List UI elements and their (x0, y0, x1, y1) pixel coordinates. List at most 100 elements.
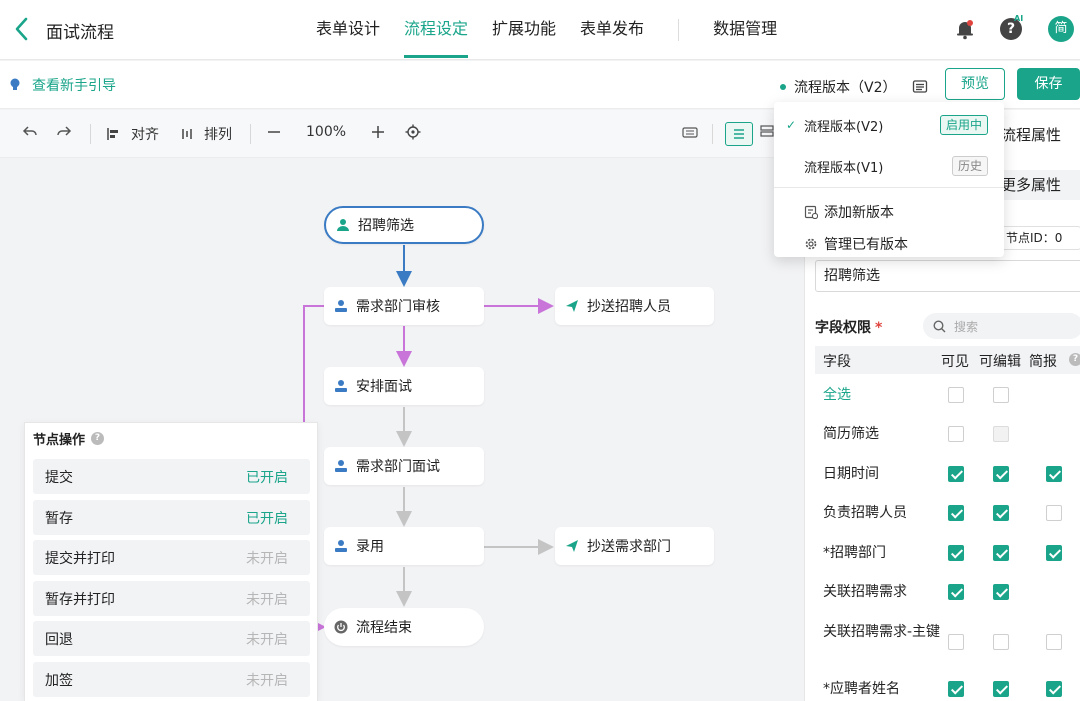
guide-link-label: 查看新手引导 (32, 78, 116, 94)
node-op-label: 回退 (45, 631, 73, 648)
field-row: 关联招聘需求-主键 (815, 622, 1080, 666)
locate-icon[interactable] (405, 124, 421, 140)
node-op-row[interactable]: 暂存 已开启 (33, 500, 310, 535)
person-icon (337, 219, 349, 231)
send-icon (566, 540, 578, 552)
add-version-button[interactable]: 添加新版本 (804, 202, 894, 222)
version-select[interactable]: 流程版本（V2） (776, 69, 936, 105)
node-op-row[interactable]: 提交 已开启 (33, 459, 310, 494)
manage-versions-button[interactable]: 管理已有版本 (804, 234, 908, 254)
node-op-status: 已开启 (246, 469, 288, 486)
col-editable: 可编辑 (979, 354, 1021, 370)
flow-node-start[interactable]: 招聘筛选 (324, 206, 484, 244)
visible-checkbox[interactable] (948, 387, 964, 403)
zoom-in-icon[interactable] (370, 124, 386, 140)
grid-view-icon[interactable] (760, 124, 774, 138)
keyboard-icon[interactable] (682, 124, 698, 140)
brief-checkbox[interactable] (1046, 466, 1062, 482)
add-version-icon (804, 205, 818, 219)
send-icon (566, 300, 578, 312)
visible-checkbox[interactable] (948, 681, 964, 697)
approver-icon (335, 380, 347, 392)
editable-checkbox[interactable] (993, 387, 1009, 403)
redo-icon[interactable] (56, 124, 72, 140)
tab-flow-properties[interactable]: 流程属性 (1001, 124, 1061, 145)
brief-checkbox[interactable] (1046, 681, 1062, 697)
preview-button[interactable]: 预览 (945, 68, 1005, 100)
version-option[interactable]: 流程版本(V1) 历史 (774, 148, 1004, 184)
flow-node-end[interactable]: 流程结束 (324, 608, 484, 646)
node-op-status: 已开启 (246, 510, 288, 527)
visible-checkbox[interactable] (948, 505, 964, 521)
field-row: 简历筛选 (815, 424, 1080, 448)
flow-node-label: 录用 (356, 539, 384, 555)
tab-extensions[interactable]: 扩展功能 (492, 0, 556, 60)
tab-data-management[interactable]: 数据管理 (713, 0, 777, 60)
edge-reject-loop[interactable] (303, 305, 324, 422)
back-arrow-icon[interactable] (12, 16, 32, 42)
node-op-row[interactable]: 加签 未开启 (33, 662, 310, 697)
flow-node-approval[interactable]: 需求部门面试 (324, 447, 484, 485)
flow-node-cc[interactable]: 抄送招聘人员 (555, 287, 714, 325)
brief-checkbox[interactable] (1046, 545, 1062, 561)
visible-checkbox[interactable] (948, 634, 964, 650)
gear-icon (805, 238, 817, 250)
arrange-button[interactable]: 排列 (180, 124, 232, 144)
visible-checkbox[interactable] (948, 426, 964, 442)
editable-checkbox[interactable] (993, 681, 1009, 697)
question-icon[interactable]: ? (91, 432, 105, 445)
node-name-input[interactable]: 招聘筛选 (815, 260, 1080, 292)
flow-node-label: 招聘筛选 (358, 218, 414, 234)
brief-checkbox[interactable] (1046, 634, 1062, 650)
node-op-row[interactable]: 提交并打印 未开启 (33, 540, 310, 575)
visible-checkbox[interactable] (948, 584, 964, 600)
field-permission-title-text: 字段权限 (815, 320, 871, 336)
field-row: 日期时间 (815, 464, 1080, 488)
node-op-label: 提交并打印 (45, 550, 115, 567)
tab-form-publish[interactable]: 表单发布 (580, 0, 644, 60)
flow-node-label: 抄送招聘人员 (587, 299, 671, 315)
visible-checkbox[interactable] (948, 466, 964, 482)
align-button[interactable]: 对齐 (106, 124, 159, 144)
editable-checkbox[interactable] (993, 466, 1009, 482)
canvas-toolbar: 对齐 排列 100% (0, 110, 804, 158)
list-view-icon[interactable] (725, 122, 753, 146)
field-name: 关联招聘需求 (823, 584, 907, 600)
version-option-label: 流程版本(V2) (804, 119, 884, 135)
visible-checkbox[interactable] (948, 545, 964, 561)
flow-node-approval[interactable]: 需求部门审核 (324, 287, 484, 325)
flow-node-label: 安排面试 (356, 379, 412, 395)
select-all-link[interactable]: 全选 (823, 385, 943, 405)
user-avatar[interactable]: 简 (1048, 16, 1074, 42)
question-icon[interactable]: ? (1069, 353, 1080, 366)
version-option[interactable]: ✓ 流程版本(V2) 启用中 (774, 107, 1004, 143)
zoom-out-icon[interactable] (266, 124, 282, 140)
tab-form-design[interactable]: 表单设计 (316, 0, 380, 60)
version-status-badge: 启用中 (939, 115, 988, 135)
manage-versions-label: 管理已有版本 (824, 237, 908, 253)
tab-flow-settings[interactable]: 流程设定 (404, 0, 469, 60)
field-name: 负责招聘人员 (823, 505, 907, 521)
undo-icon[interactable] (22, 124, 38, 140)
node-op-label: 提交 (45, 469, 73, 486)
version-status-badge: 历史 (951, 156, 988, 176)
brief-checkbox[interactable] (1046, 505, 1062, 521)
editable-checkbox[interactable] (993, 545, 1009, 561)
flow-node-cc[interactable]: 抄送需求部门 (555, 527, 714, 565)
notification-bell-icon[interactable] (954, 18, 976, 40)
flow-node-approval[interactable]: 安排面试 (324, 367, 484, 405)
field-search-input[interactable]: 搜索 (923, 313, 1080, 339)
editable-checkbox[interactable] (993, 584, 1009, 600)
guide-link[interactable]: 查看新手引导 (10, 75, 116, 95)
node-op-row[interactable]: 暂存并打印 未开启 (33, 581, 310, 616)
editable-checkbox[interactable] (993, 505, 1009, 521)
col-visible: 可见 (941, 354, 969, 370)
more-properties-tab[interactable]: 更多属性 (999, 170, 1080, 200)
node-op-row[interactable]: 回退 未开启 (33, 621, 310, 656)
flow-node-approval[interactable]: 录用 (324, 527, 484, 565)
editable-checkbox[interactable] (993, 634, 1009, 650)
version-list-icon[interactable] (912, 79, 928, 95)
save-button[interactable]: 保存 (1017, 68, 1080, 100)
required-mark: * (875, 320, 883, 336)
approver-icon (335, 460, 347, 472)
